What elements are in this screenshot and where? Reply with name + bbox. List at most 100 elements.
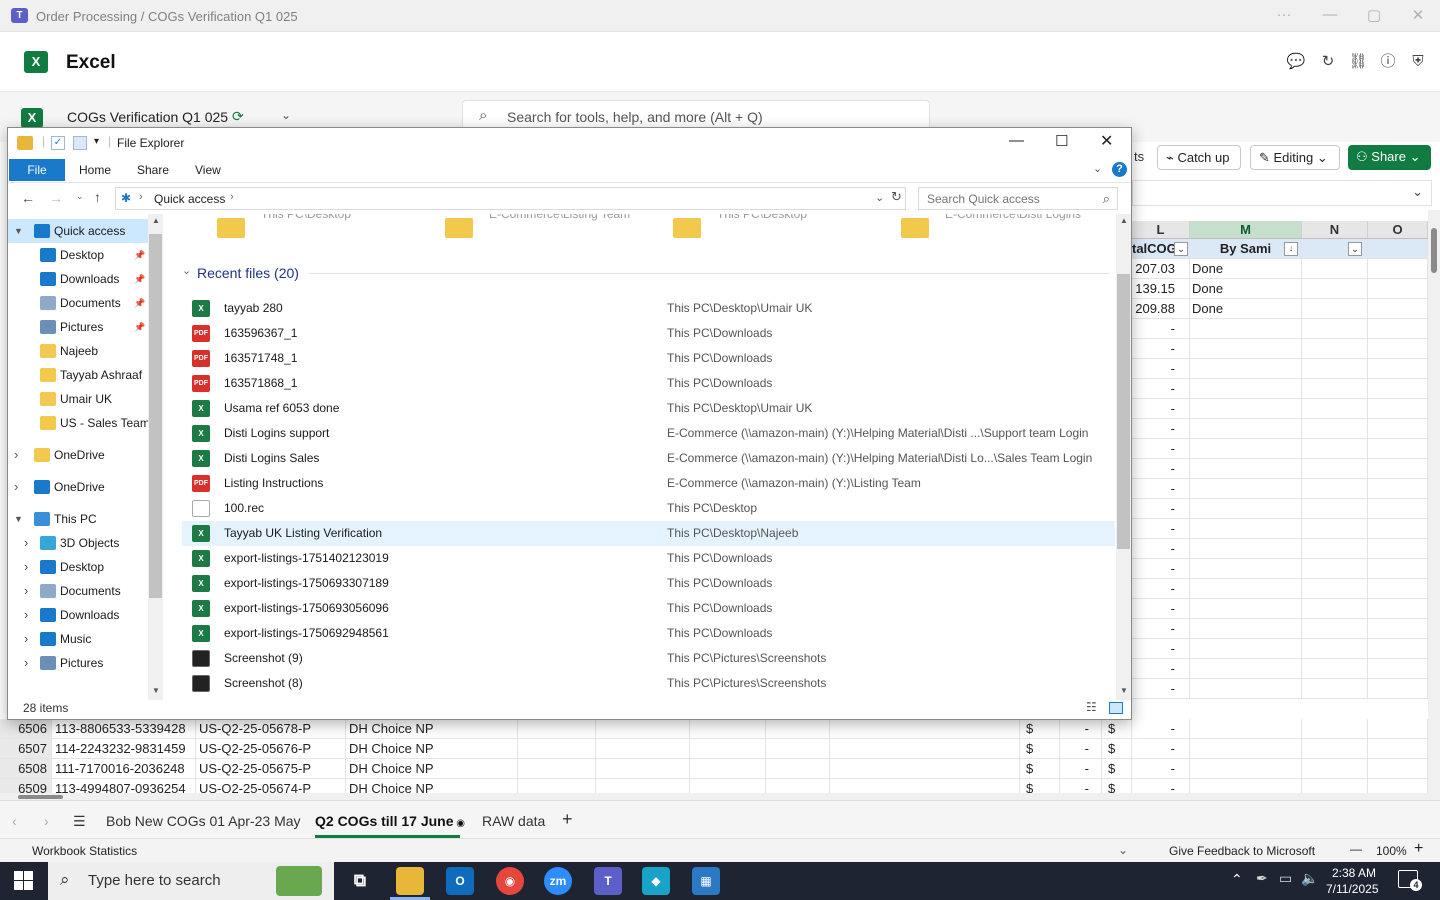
cell-m[interactable]	[1190, 539, 1302, 559]
cell-l[interactable]: -	[1132, 599, 1190, 619]
cell-currency[interactable]: $	[1102, 719, 1132, 739]
workbook-statistics[interactable]: Workbook Statistics	[32, 844, 137, 858]
cell-l[interactable]: -	[1132, 399, 1190, 419]
pinned-folder-label[interactable]: E-Commerce\Listing Team	[489, 214, 630, 221]
cell-m[interactable]	[1190, 399, 1302, 419]
cell-l[interactable]: -	[1132, 579, 1190, 599]
cell-empty[interactable]	[690, 759, 766, 779]
cell-l[interactable]: -	[1132, 659, 1190, 679]
close-icon[interactable]: ✕	[1100, 131, 1113, 151]
row-number[interactable]: 6506	[0, 719, 52, 739]
cell-o[interactable]	[1368, 679, 1428, 699]
collapsed-chevron-icon[interactable]: ›	[14, 475, 18, 499]
tab-view[interactable]: View	[195, 160, 221, 180]
pinned-folder-icon[interactable]	[445, 218, 473, 238]
cell-l[interactable]: -	[1132, 479, 1190, 499]
cell-n[interactable]	[1302, 619, 1368, 639]
cell-m[interactable]	[1190, 519, 1302, 539]
details-view-icon[interactable]: ☷	[1086, 700, 1097, 714]
info-icon[interactable]: ⓘ	[1378, 52, 1398, 72]
file-row[interactable]: Xexport-listings-1750693307189 This PC\Do…	[182, 571, 1115, 596]
filter-dropdown-icon[interactable]: ⌄	[1174, 242, 1188, 256]
cell-order-id[interactable]: 114-2243232-9831459	[52, 739, 196, 759]
properties-icon[interactable]: ✓	[51, 136, 65, 150]
cell-n[interactable]	[1302, 399, 1368, 419]
file-explorer-taskbar-icon[interactable]	[396, 867, 424, 895]
cell-o[interactable]	[1368, 719, 1428, 739]
cell-n[interactable]	[1302, 299, 1368, 319]
nav-item-tayyab-ashraaf[interactable]: Tayyab Ashraaf	[8, 363, 148, 387]
windows-start-icon[interactable]	[14, 871, 34, 891]
nav-item-najeeb[interactable]: Najeeb	[8, 339, 148, 363]
collapsed-chevron-icon[interactable]: ›	[24, 531, 28, 555]
nav-item-downloads[interactable]: Downloads 📌	[8, 267, 148, 291]
cell-o[interactable]	[1368, 659, 1428, 679]
cell-o[interactable]	[1368, 579, 1428, 599]
file-row[interactable]: Xexport-listings-1751402123019 This PC\Do…	[182, 546, 1115, 571]
chat-icon[interactable]: 💬	[1286, 52, 1306, 72]
collapsed-chevron-icon[interactable]: ›	[24, 579, 28, 603]
cell-m[interactable]	[1190, 499, 1302, 519]
cell-n[interactable]	[1302, 339, 1368, 359]
filter-dropdown-icon[interactable]: ⌄	[1348, 242, 1362, 256]
column-header-n[interactable]: N	[1302, 221, 1368, 239]
cell-m[interactable]	[1190, 339, 1302, 359]
tab-file[interactable]: File	[9, 159, 65, 181]
large-icons-view-icon[interactable]	[1109, 702, 1123, 714]
cell-reference[interactable]: US-Q2-25-05675-P	[196, 759, 346, 779]
clock-time[interactable]: 2:38 AM	[1332, 866, 1376, 880]
cell-m[interactable]	[1190, 419, 1302, 439]
cell-m[interactable]: Done	[1190, 259, 1302, 279]
pinned-folder-label[interactable]: This PC\Desktop	[717, 214, 807, 221]
customize-dropdown-icon[interactable]: ▾	[94, 136, 99, 147]
cell-l[interactable]: -	[1132, 639, 1190, 659]
app-diamond-icon[interactable]: ◆	[642, 867, 670, 895]
maximize-icon[interactable]: ☐	[1055, 132, 1068, 150]
nav-item-this-pc[interactable]: ▼ This PC	[8, 507, 148, 531]
cell-m[interactable]	[1190, 639, 1302, 659]
tab-share[interactable]: Share	[137, 160, 169, 180]
tab-bob-new-cogs[interactable]: Bob New COGs 01 Apr-23 May	[106, 813, 301, 829]
cell-m[interactable]	[1190, 439, 1302, 459]
nav-item-onedrive[interactable]: › OneDrive	[8, 475, 148, 499]
cell-currency[interactable]: $	[1102, 759, 1132, 779]
nav-item-desktop[interactable]: › Desktop	[8, 555, 148, 579]
cell-m[interactable]: Done	[1190, 279, 1302, 299]
nav-item-onedrive[interactable]: › OneDrive	[8, 443, 148, 467]
cell-currency[interactable]: $	[1102, 739, 1132, 759]
teams-taskbar-icon[interactable]: T	[594, 867, 622, 895]
cell-o[interactable]	[1368, 479, 1428, 499]
cell-empty[interactable]	[766, 739, 830, 759]
more-options-icon[interactable]: ···	[1264, 6, 1304, 23]
file-row[interactable]: PDF Listing Instructions E-Commerce (\\ama…	[182, 471, 1115, 496]
cell-o[interactable]	[1368, 499, 1428, 519]
cell-empty[interactable]	[518, 719, 596, 739]
refresh-icon[interactable]: ↻	[1318, 52, 1338, 72]
nav-item-music[interactable]: › Music	[8, 627, 148, 651]
file-row[interactable]: X Tayyab UK Listing Verification This PC\D…	[182, 521, 1115, 546]
minimize-icon[interactable]: —	[1009, 132, 1024, 149]
collapsed-chevron-icon[interactable]: ›	[24, 555, 28, 579]
cell-store[interactable]: DH Choice NP	[346, 739, 518, 759]
tray-chevron-up-icon[interactable]: ⌃	[1231, 871, 1243, 888]
cell-currency[interactable]: $	[1020, 719, 1060, 739]
row-number[interactable]: 6508	[0, 759, 52, 779]
minimize-icon[interactable]: —	[1310, 6, 1350, 23]
cell-n[interactable]	[1302, 639, 1368, 659]
cell-currency[interactable]: $	[1020, 739, 1060, 759]
chevron-down-icon[interactable]: ⌄	[281, 108, 291, 122]
content-scrollbar[interactable]: ▲ ▼	[1116, 214, 1131, 700]
cell-o[interactable]	[1368, 399, 1428, 419]
address-dropdown-icon[interactable]: ⌄	[875, 191, 884, 204]
cell-o[interactable]	[1368, 459, 1428, 479]
link-icon[interactable]: ⛓	[1348, 52, 1368, 72]
cell-l[interactable]: -	[1132, 719, 1190, 739]
network-icon[interactable]: ▭	[1279, 870, 1292, 887]
forward-arrow-icon[interactable]: →	[49, 190, 63, 206]
close-icon[interactable]: ✕	[1398, 6, 1438, 24]
cell-empty[interactable]	[518, 739, 596, 759]
column-header-l[interactable]: L	[1132, 221, 1190, 239]
cell-n[interactable]	[1302, 319, 1368, 339]
cell-n[interactable]	[1302, 459, 1368, 479]
pinned-folder-icon[interactable]	[217, 218, 245, 238]
